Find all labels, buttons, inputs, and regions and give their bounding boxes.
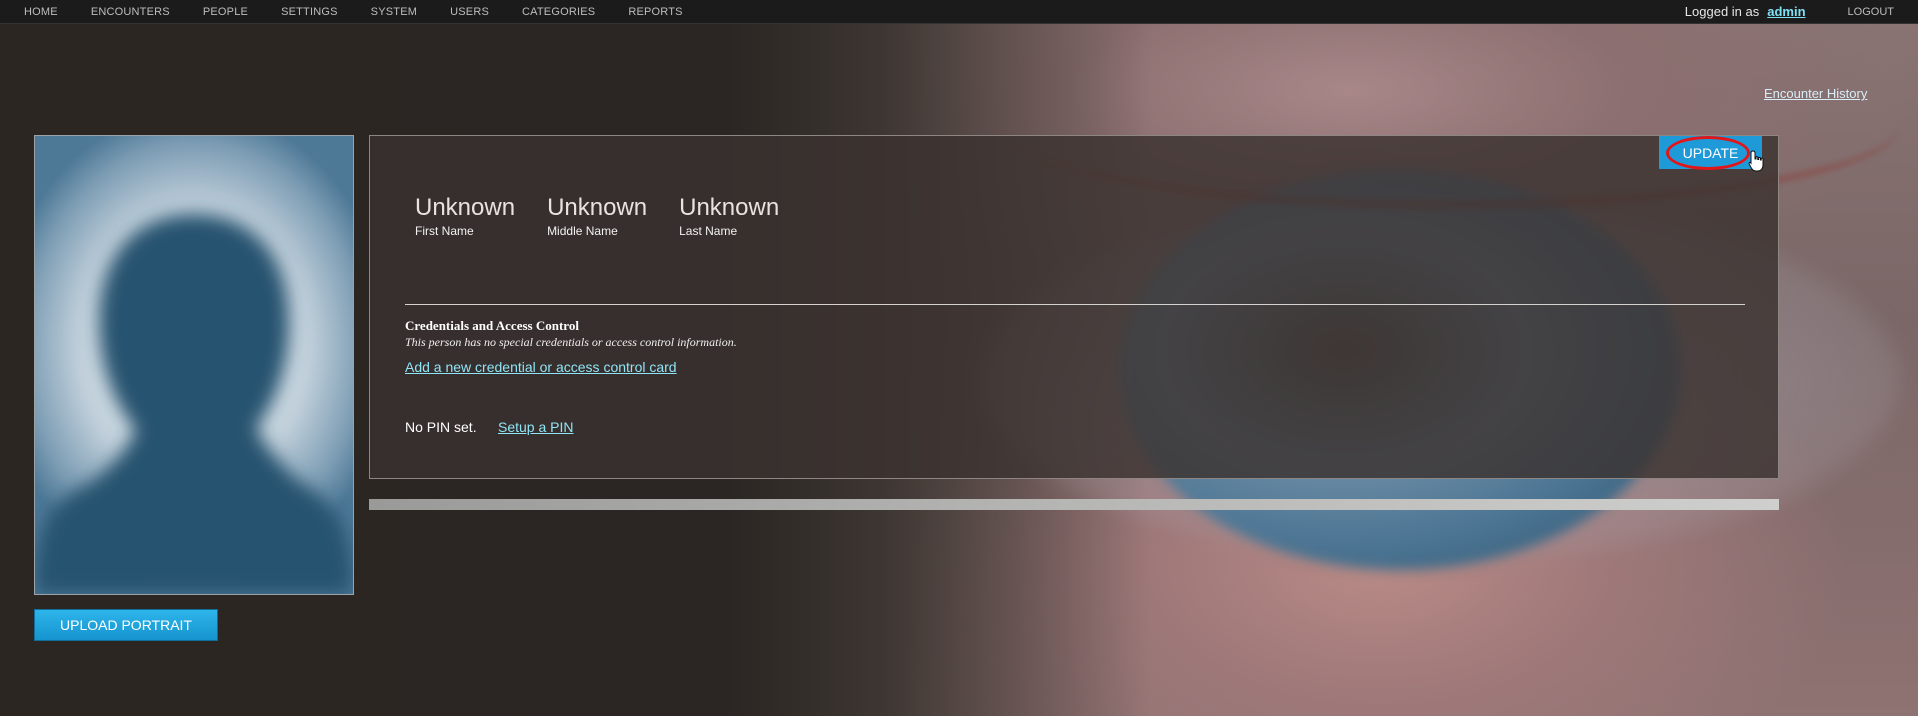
nav-encounters[interactable]: ENCOUNTERS bbox=[91, 6, 170, 18]
pin-status-text: No PIN set. bbox=[405, 419, 477, 435]
middle-name-value: Unknown bbox=[547, 194, 648, 221]
first-name-label: First Name bbox=[415, 224, 474, 238]
user-info: Logged in as admin LOGOUT bbox=[1685, 0, 1918, 23]
nav-categories[interactable]: CATEGORIES bbox=[522, 6, 595, 18]
username-link[interactable]: admin bbox=[1767, 4, 1805, 19]
logout-link[interactable]: LOGOUT bbox=[1848, 6, 1894, 18]
nav-system[interactable]: SYSTEM bbox=[371, 6, 417, 18]
nav-settings[interactable]: SETTINGS bbox=[281, 6, 338, 18]
nav-users[interactable]: USERS bbox=[450, 6, 489, 18]
portrait-image bbox=[34, 135, 354, 595]
update-button[interactable]: UPDATE bbox=[1659, 136, 1762, 170]
middle-name-block: Unknown Middle Name bbox=[547, 194, 647, 238]
first-name-block: Unknown First Name bbox=[415, 194, 515, 238]
nav-reports[interactable]: REPORTS bbox=[628, 6, 682, 18]
name-fields: Unknown First Name Unknown Middle Name U… bbox=[415, 194, 811, 238]
setup-pin-link[interactable]: Setup a PIN bbox=[498, 419, 574, 435]
last-name-value: Unknown bbox=[679, 194, 780, 221]
top-nav-bar: HOME ENCOUNTERS PEOPLE SETTINGS SYSTEM U… bbox=[0, 0, 1918, 24]
upload-portrait-button[interactable]: UPLOAD PORTRAIT bbox=[34, 609, 218, 641]
credentials-description: This person has no special credentials o… bbox=[405, 335, 737, 349]
section-divider bbox=[405, 304, 1745, 305]
person-details-panel: UPDATE Unknown First Name Unknown Middle… bbox=[369, 135, 1779, 479]
last-name-block: Unknown Last Name bbox=[679, 194, 779, 238]
main-nav: HOME ENCOUNTERS PEOPLE SETTINGS SYSTEM U… bbox=[24, 0, 716, 23]
nav-people[interactable]: PEOPLE bbox=[203, 6, 248, 18]
credentials-title: Credentials and Access Control bbox=[405, 318, 579, 333]
nav-home[interactable]: HOME bbox=[24, 6, 58, 18]
logged-in-label: Logged in as bbox=[1684, 4, 1760, 19]
loading-bar bbox=[369, 499, 1779, 510]
add-credential-link[interactable]: Add a new credential or access control c… bbox=[405, 359, 677, 375]
silhouette-icon bbox=[35, 214, 353, 594]
first-name-value: Unknown bbox=[415, 194, 516, 221]
last-name-label: Last Name bbox=[679, 224, 738, 238]
encounter-history-link[interactable]: Encounter History bbox=[1764, 86, 1867, 101]
update-button-label: UPDATE bbox=[1682, 144, 1739, 161]
middle-name-label: Middle Name bbox=[547, 224, 618, 238]
hand-cursor-icon bbox=[1748, 150, 1764, 172]
